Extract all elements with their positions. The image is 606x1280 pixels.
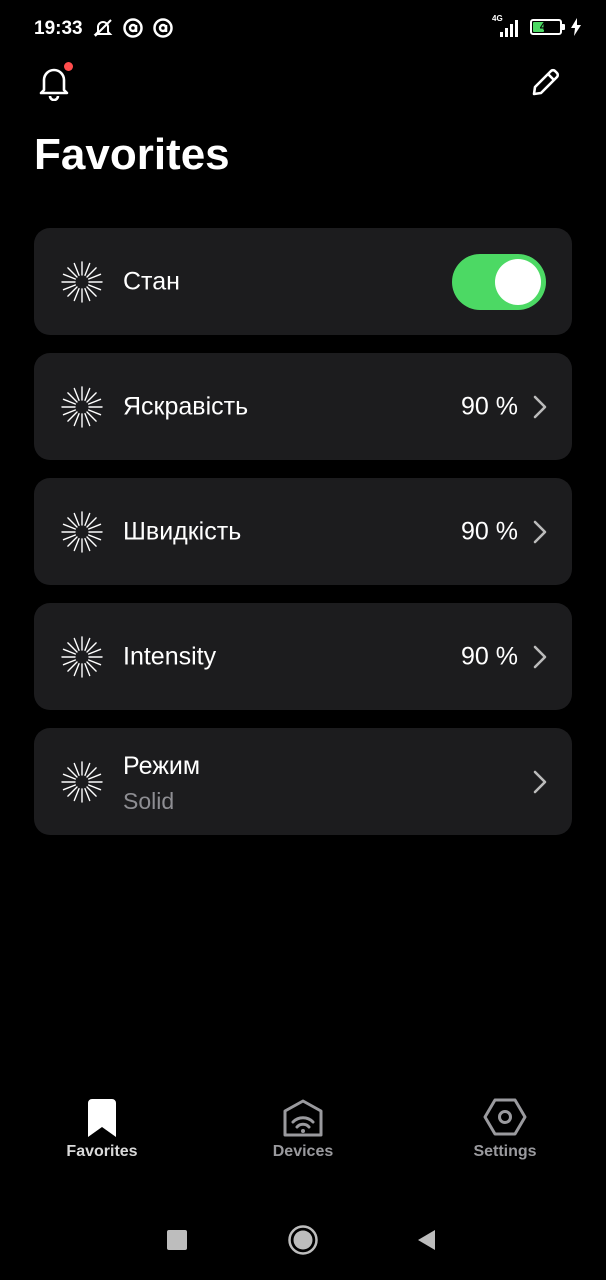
network-label: 4G (492, 14, 503, 23)
hexagon-gear-icon (483, 1098, 527, 1136)
square-icon (167, 1230, 187, 1250)
item-label: Intensity (123, 642, 217, 670)
battery-level: 41 (539, 21, 553, 33)
item-label: Швидкість (123, 517, 242, 545)
chevron-right-icon (533, 645, 547, 668)
item-value: 90 % (461, 392, 518, 420)
nav-label: Favorites (66, 1143, 138, 1160)
recents-button[interactable] (157, 1220, 197, 1260)
status-time: 19:33 (34, 18, 83, 39)
page-title: Favorites (34, 130, 230, 179)
sparkle-icon (61, 385, 103, 428)
favorite-item-state[interactable]: Стан (34, 228, 572, 335)
circle-a-icon (123, 18, 143, 38)
chevron-right-icon (533, 395, 547, 418)
nav-label: Devices (272, 1143, 334, 1160)
router-icon (283, 1099, 323, 1137)
favorite-item-intensity[interactable]: Intensity 90 % (34, 603, 572, 710)
nav-settings[interactable]: Settings (435, 1095, 575, 1161)
item-label: Яскравість (123, 392, 249, 420)
favorite-item-mode[interactable]: Режим Solid (34, 728, 572, 835)
signal-icon: 4G (492, 14, 522, 38)
notifications-button[interactable] (32, 60, 76, 104)
charging-icon (571, 18, 581, 36)
nav-devices[interactable]: Devices (233, 1095, 373, 1161)
bottom-nav: Favorites Devices Settings (0, 1095, 606, 1175)
edit-button[interactable] (524, 60, 568, 104)
toggle-knob (495, 258, 541, 305)
status-bar: 19:33 4G 41 (0, 0, 606, 56)
favorite-item-speed[interactable]: Швидкість 90 % (34, 478, 572, 585)
item-value: 90 % (461, 642, 518, 670)
item-label: Режим (123, 752, 201, 780)
favorite-item-brightness[interactable]: Яскравість 90 % (34, 353, 572, 460)
bookmark-icon (88, 1099, 116, 1137)
item-value: 90 % (461, 517, 518, 545)
muted-bell-icon (93, 19, 113, 37)
nav-favorites[interactable]: Favorites (32, 1095, 172, 1161)
status-icons-left (92, 17, 174, 39)
item-label: Стан (123, 267, 180, 295)
sparkle-icon (61, 510, 103, 553)
system-nav-bar (0, 1220, 606, 1260)
circle-icon (288, 1225, 318, 1255)
nav-label: Settings (473, 1143, 537, 1160)
sparkle-icon (61, 760, 103, 803)
state-toggle[interactable] (452, 253, 546, 310)
status-icons-right: 4G 41 (492, 14, 582, 38)
item-sublabel: Solid (123, 788, 175, 814)
home-button[interactable] (283, 1220, 323, 1260)
chevron-right-icon (533, 770, 547, 793)
circle-b-icon (153, 18, 173, 38)
battery-icon: 41 (530, 19, 565, 35)
sparkle-icon (61, 260, 103, 303)
triangle-back-icon (418, 1230, 435, 1250)
notification-dot (64, 62, 73, 71)
back-button[interactable] (406, 1220, 446, 1260)
sparkle-icon (61, 635, 103, 678)
pencil-icon (532, 68, 560, 96)
chevron-right-icon (533, 520, 547, 543)
